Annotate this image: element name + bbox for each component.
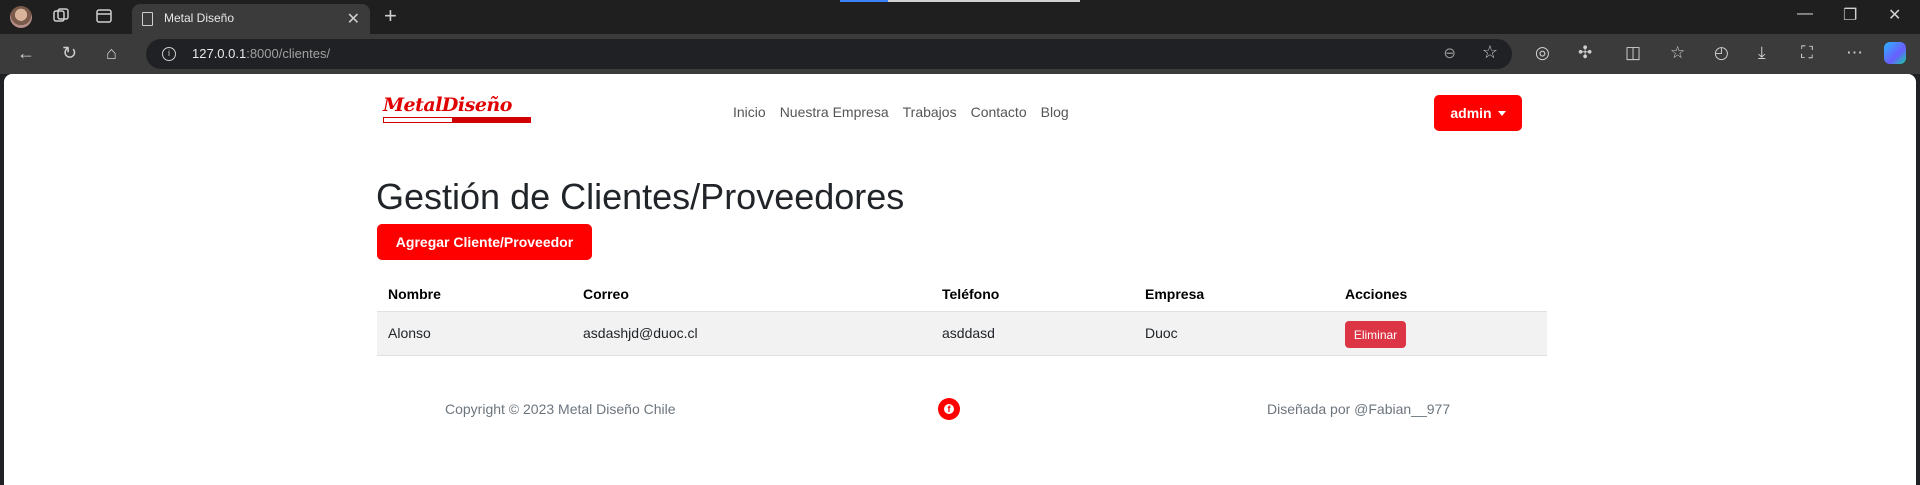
footer-copyright: Copyright © 2023 Metal Diseño Chile (445, 401, 676, 417)
add-client-button[interactable]: Agregar Cliente/Proveedor (377, 224, 592, 260)
favorites-icon[interactable]: ☆ (1670, 43, 1685, 63)
accent-line (840, 0, 888, 2)
close-window-icon[interactable]: ✕ (1888, 5, 1901, 25)
url-text[interactable]: 127.0.0.1:8000/clientes/ (192, 46, 330, 61)
header-correo: Correo (583, 286, 629, 302)
history-icon[interactable]: ◴ (1714, 43, 1729, 63)
browser-tab-active[interactable]: Metal Diseño ✕ (132, 4, 370, 34)
header-telefono: Teléfono (942, 286, 1000, 302)
facebook-icon[interactable]: f (938, 398, 960, 420)
cell-empresa: Duoc (1145, 325, 1178, 341)
screenshot-icon[interactable]: ⛶ (1801, 43, 1813, 63)
page-title: Gestión de Clientes/Proveedores (376, 176, 905, 217)
url-path: :8000/clientes/ (246, 46, 331, 61)
browser-toolbar: ← ↻ ⌂ i 127.0.0.1:8000/clientes/ ⊖ ☆ ◎ ✣… (0, 34, 1920, 74)
address-bar[interactable]: i 127.0.0.1:8000/clientes/ ⊖ ☆ (146, 39, 1512, 69)
user-menu-button[interactable]: admin (1434, 95, 1522, 131)
logo-wordmark: MetalDiseño (383, 94, 512, 116)
extensions-icon[interactable]: ✣ (1578, 43, 1592, 63)
minimize-icon[interactable]: — (1797, 5, 1813, 23)
zoom-icon[interactable]: ⊖ (1443, 44, 1456, 62)
browser-tabbar: Metal Diseño ✕ + — ❐ ✕ (0, 0, 1920, 34)
cell-telefono: asddasd (942, 325, 995, 341)
nav-link-blog[interactable]: Blog (1041, 104, 1069, 120)
tab-actions-icon[interactable] (95, 7, 115, 27)
caret-down-icon (1497, 110, 1506, 116)
table-row: Alonso asdashjd@duoc.cl asddasd Duoc Eli… (377, 312, 1547, 356)
page-icon (142, 12, 153, 26)
header-empresa: Empresa (1145, 286, 1205, 302)
restore-icon[interactable]: ❐ (1843, 5, 1857, 25)
downloads-icon[interactable]: ⤓ (1758, 43, 1766, 63)
back-icon[interactable]: ← (17, 43, 35, 64)
clients-table: Nombre Correo Teléfono Empresa Acciones … (377, 274, 1547, 356)
header-nombre: Nombre (388, 286, 441, 302)
tracking-icon[interactable]: ◎ (1535, 43, 1550, 63)
new-tab-icon[interactable]: + (384, 3, 397, 29)
site-logo[interactable]: MetalDiseño (383, 94, 533, 126)
favorite-star-icon[interactable]: ☆ (1482, 42, 1498, 63)
page-viewport: MetalDiseño Inicio Nuestra Empresa Traba… (4, 74, 1916, 485)
header-acciones: Acciones (1345, 286, 1408, 302)
profile-avatar[interactable] (10, 6, 32, 28)
nav-link-inicio[interactable]: Inicio (733, 104, 766, 120)
workspaces-icon[interactable] (52, 7, 72, 27)
delete-button[interactable]: Eliminar (1345, 321, 1406, 348)
url-host: 127.0.0.1 (192, 46, 247, 61)
home-icon[interactable]: ⌂ (106, 43, 117, 64)
table-header: Nombre Correo Teléfono Empresa Acciones (377, 274, 1547, 312)
footer-credit: Diseñada por @Fabian__977 (1267, 401, 1451, 417)
cell-correo: asdashjd@duoc.cl (583, 325, 698, 341)
nav-link-contacto[interactable]: Contacto (971, 104, 1027, 120)
split-screen-icon[interactable]: ◫ (1625, 43, 1641, 63)
more-icon[interactable]: ⋯ (1846, 43, 1863, 63)
site-info-icon[interactable]: i (162, 47, 176, 61)
copilot-icon[interactable] (1884, 42, 1906, 64)
tab-title: Metal Diseño (164, 11, 235, 25)
cell-nombre: Alonso (388, 325, 431, 341)
refresh-icon[interactable]: ↻ (62, 43, 77, 64)
logo-underline (383, 117, 531, 123)
user-menu-label: admin (1450, 105, 1492, 121)
main-nav: Inicio Nuestra Empresa Trabajos Contacto… (733, 104, 1069, 120)
accent-line-secondary (888, 0, 1080, 2)
close-tab-icon[interactable]: ✕ (347, 9, 360, 29)
nav-link-trabajos[interactable]: Trabajos (903, 104, 957, 120)
nav-link-nuestra-empresa[interactable]: Nuestra Empresa (780, 104, 889, 120)
